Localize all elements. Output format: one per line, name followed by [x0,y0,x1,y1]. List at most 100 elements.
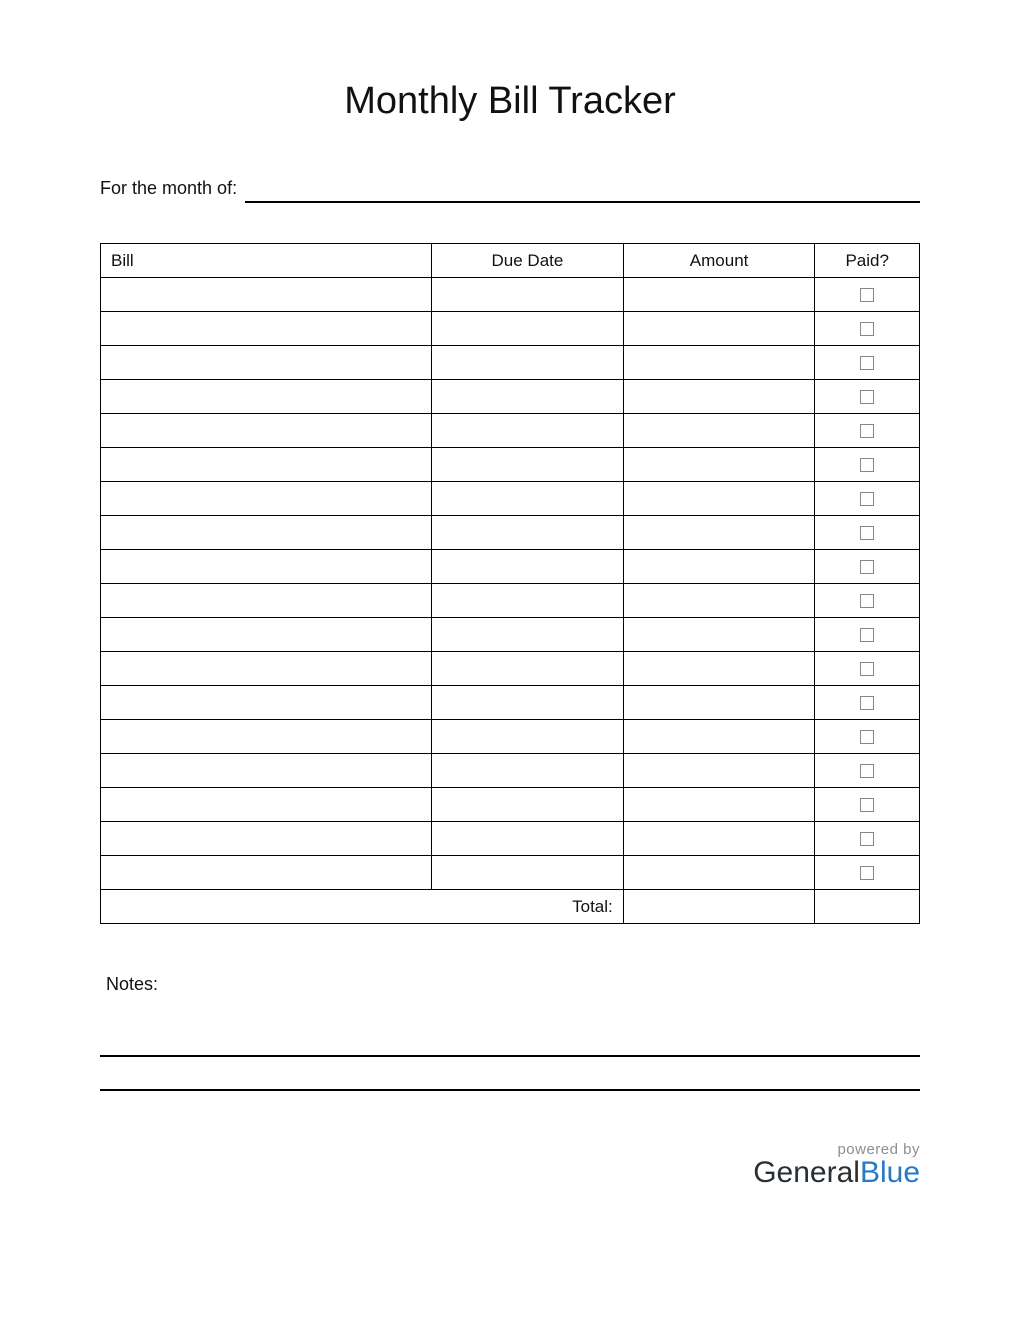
paid-checkbox[interactable] [860,526,874,540]
cell-amount[interactable] [623,278,815,312]
cell-due-date[interactable] [432,516,624,550]
cell-bill[interactable] [101,380,432,414]
cell-due-date[interactable] [432,720,624,754]
table-row [101,584,920,618]
cell-due-date[interactable] [432,278,624,312]
table-row [101,618,920,652]
cell-amount[interactable] [623,448,815,482]
cell-amount[interactable] [623,822,815,856]
cell-amount[interactable] [623,380,815,414]
bill-table: Bill Due Date Amount Paid? Total: [100,243,920,924]
cell-due-date[interactable] [432,448,624,482]
table-row [101,754,920,788]
paid-checkbox[interactable] [860,458,874,472]
cell-due-date[interactable] [432,822,624,856]
paid-checkbox[interactable] [860,730,874,744]
cell-amount[interactable] [623,754,815,788]
cell-bill[interactable] [101,448,432,482]
cell-due-date[interactable] [432,482,624,516]
paid-checkbox[interactable] [860,662,874,676]
paid-checkbox[interactable] [860,424,874,438]
paid-checkbox[interactable] [860,322,874,336]
table-row [101,448,920,482]
cell-bill[interactable] [101,584,432,618]
paid-checkbox[interactable] [860,492,874,506]
cell-amount[interactable] [623,346,815,380]
paid-checkbox[interactable] [860,560,874,574]
cell-amount[interactable] [623,856,815,890]
cell-amount[interactable] [623,550,815,584]
paid-checkbox[interactable] [860,832,874,846]
cell-bill[interactable] [101,720,432,754]
cell-bill[interactable] [101,822,432,856]
cell-amount[interactable] [623,686,815,720]
table-row [101,482,920,516]
paid-checkbox[interactable] [860,866,874,880]
cell-amount[interactable] [623,312,815,346]
cell-bill[interactable] [101,754,432,788]
cell-bill[interactable] [101,312,432,346]
cell-bill[interactable] [101,414,432,448]
cell-bill[interactable] [101,652,432,686]
cell-paid [815,380,920,414]
cell-bill[interactable] [101,346,432,380]
cell-bill[interactable] [101,618,432,652]
cell-due-date[interactable] [432,856,624,890]
page-title: Monthly Bill Tracker [100,80,920,123]
notes-line[interactable] [100,1057,920,1091]
cell-amount[interactable] [623,788,815,822]
cell-paid [815,652,920,686]
cell-paid [815,482,920,516]
total-value[interactable] [623,890,815,924]
cell-due-date[interactable] [432,380,624,414]
paid-checkbox[interactable] [860,628,874,642]
paid-checkbox[interactable] [860,696,874,710]
cell-amount[interactable] [623,720,815,754]
cell-paid [815,516,920,550]
table-row [101,822,920,856]
paid-checkbox[interactable] [860,764,874,778]
paid-checkbox[interactable] [860,288,874,302]
notes-line[interactable] [100,1023,920,1057]
cell-due-date[interactable] [432,584,624,618]
cell-bill[interactable] [101,856,432,890]
table-row [101,686,920,720]
cell-bill[interactable] [101,550,432,584]
month-row: For the month of: [100,178,920,203]
cell-paid [815,754,920,788]
cell-bill[interactable] [101,482,432,516]
cell-due-date[interactable] [432,788,624,822]
paid-checkbox[interactable] [860,594,874,608]
cell-due-date[interactable] [432,550,624,584]
table-row [101,856,920,890]
cell-amount[interactable] [623,516,815,550]
cell-due-date[interactable] [432,686,624,720]
cell-due-date[interactable] [432,618,624,652]
paid-checkbox[interactable] [860,390,874,404]
cell-paid [815,720,920,754]
month-input-line[interactable] [245,179,920,203]
cell-amount[interactable] [623,652,815,686]
cell-paid [815,550,920,584]
cell-bill[interactable] [101,516,432,550]
cell-amount[interactable] [623,482,815,516]
cell-paid [815,584,920,618]
cell-amount[interactable] [623,414,815,448]
cell-bill[interactable] [101,278,432,312]
cell-due-date[interactable] [432,346,624,380]
cell-paid [815,856,920,890]
cell-amount[interactable] [623,584,815,618]
col-amount: Amount [623,244,815,278]
cell-due-date[interactable] [432,754,624,788]
cell-bill[interactable] [101,788,432,822]
paid-checkbox[interactable] [860,798,874,812]
col-bill: Bill [101,244,432,278]
cell-due-date[interactable] [432,652,624,686]
paid-checkbox[interactable] [860,356,874,370]
cell-amount[interactable] [623,618,815,652]
table-row [101,550,920,584]
cell-due-date[interactable] [432,312,624,346]
cell-bill[interactable] [101,686,432,720]
cell-due-date[interactable] [432,414,624,448]
table-row [101,720,920,754]
